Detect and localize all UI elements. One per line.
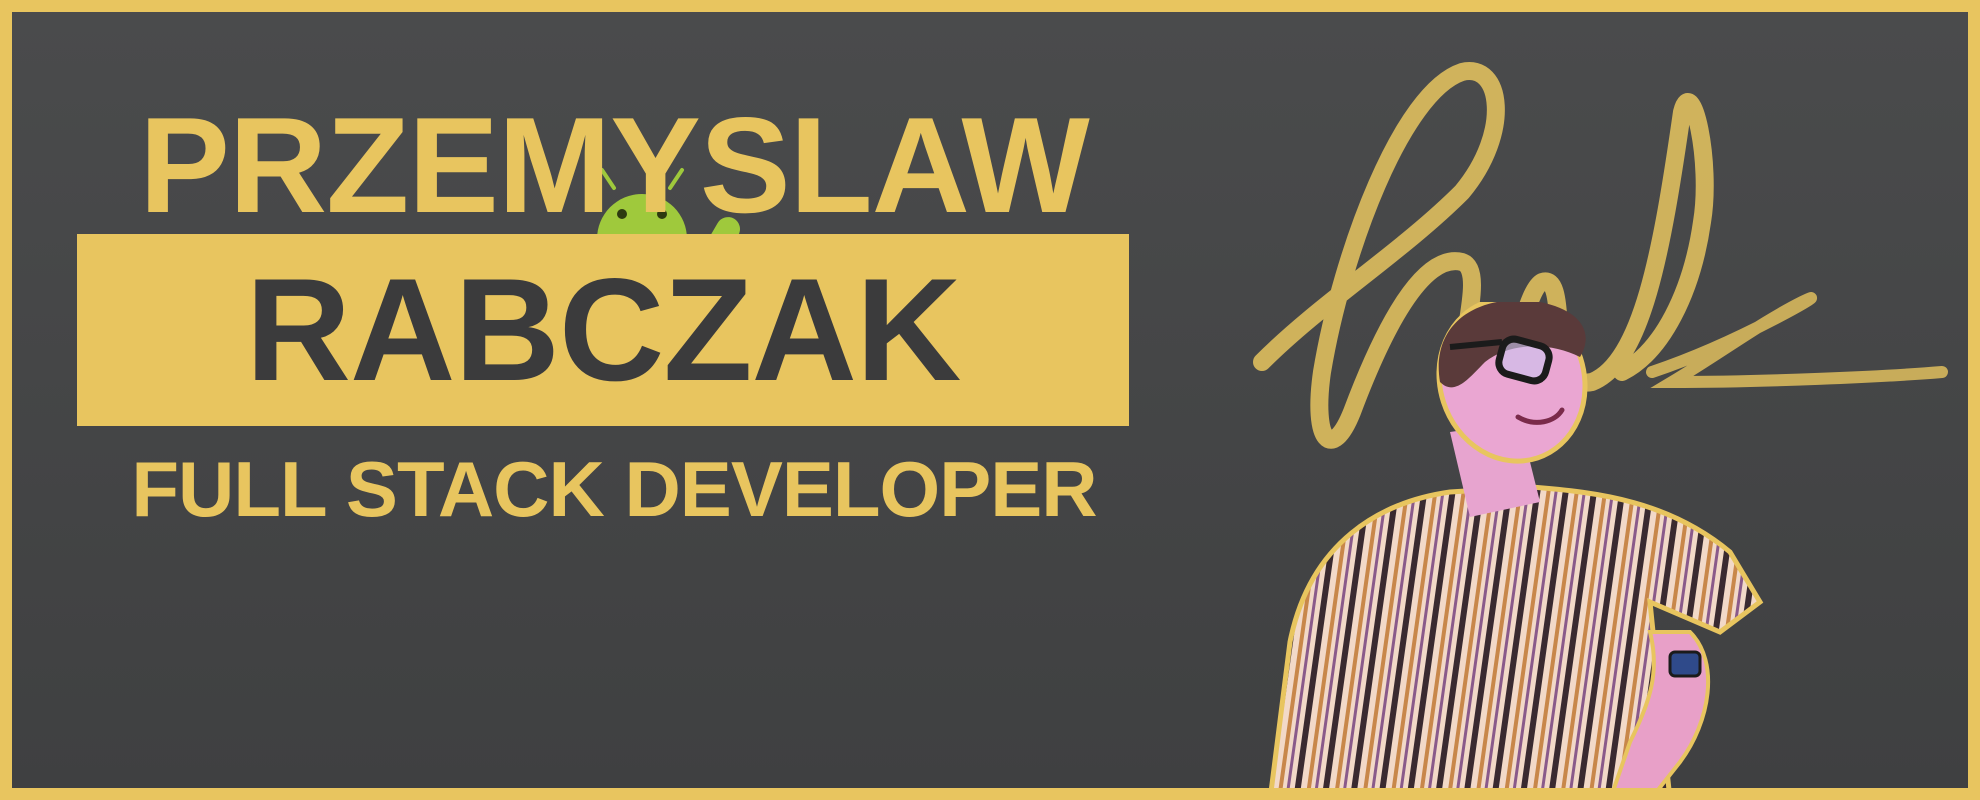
first-name-heading: PRZEMYSLAW [139,89,1090,241]
profile-banner: PRZEMYSLAW RABCZAK FULL STACK DEVELOPER [0,0,1980,800]
last-name-heading: RABCZAK [245,248,962,411]
portrait-illustration [1268,302,1764,788]
last-name-bar: RABCZAK [77,234,1129,426]
role-subtitle: FULL STACK DEVELOPER [131,445,1097,533]
